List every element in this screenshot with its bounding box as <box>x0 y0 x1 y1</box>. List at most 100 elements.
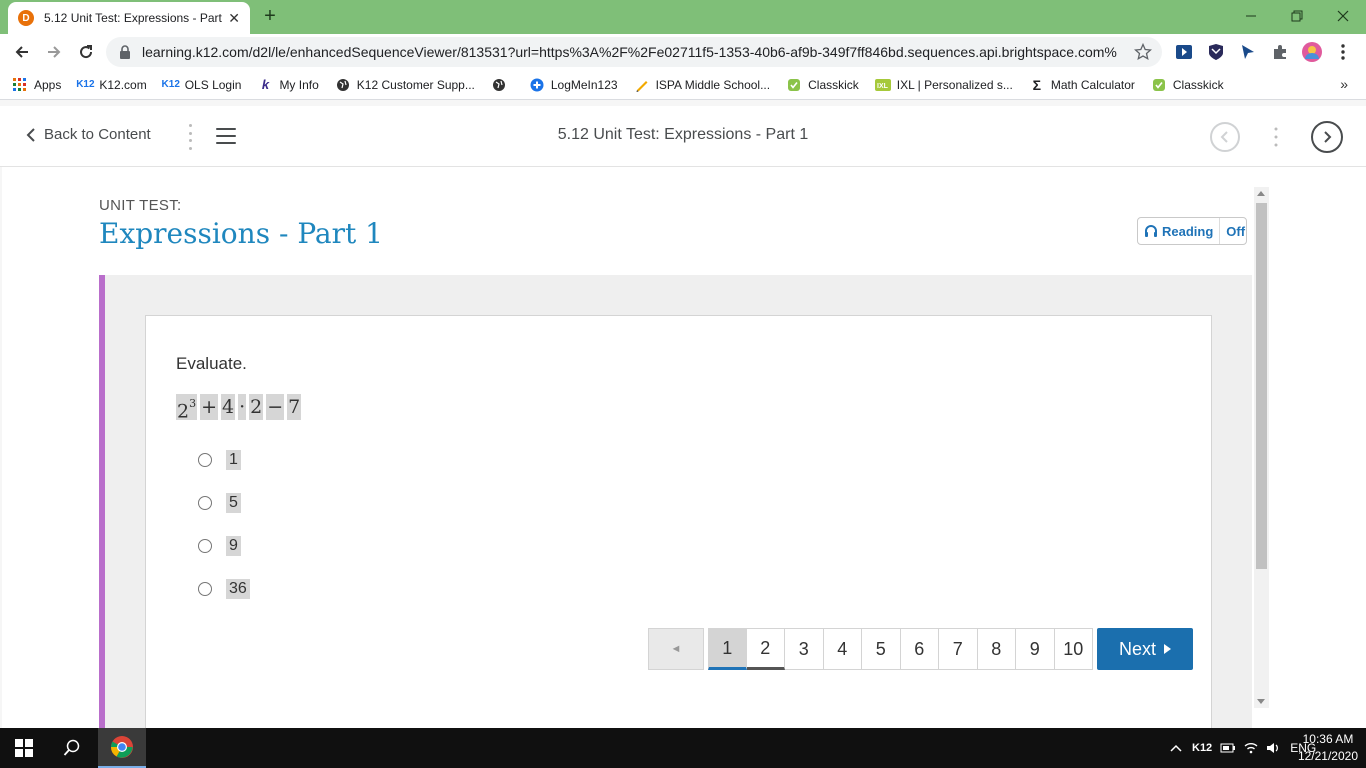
browser-forward-icon[interactable] <box>42 40 66 64</box>
drag-handle-icon <box>186 124 194 150</box>
bookmark-my-info[interactable]: k My Info <box>257 77 319 93</box>
browser-back-icon[interactable] <box>10 40 34 64</box>
bookmark-logmein123[interactable]: LogMeIn123 <box>529 77 618 93</box>
bookmark-label: K12.com <box>99 77 147 92</box>
classkick-icon <box>1151 77 1167 93</box>
bookmark-label: Apps <box>34 77 62 92</box>
clock-time: 10:36 AM <box>1302 732 1354 746</box>
bookmark-ispa-middle-school[interactable]: ISPA Middle School... <box>634 77 770 93</box>
choice-label: 9 <box>226 535 241 556</box>
media-extension-icon[interactable] <box>1174 42 1194 62</box>
bookmark-apps[interactable]: Apps <box>12 77 61 93</box>
bookmark-k12[interactable]: K12 K12.com <box>76 77 147 93</box>
page-button-3[interactable]: 3 <box>785 628 824 670</box>
question-area: Evaluate. 23 + 4 · 2 − 7 1 5 9 36 ◄ 1 2 … <box>99 275 1252 728</box>
puzzle-extensions-icon[interactable] <box>1270 42 1290 62</box>
cursor-extension-icon[interactable] <box>1238 42 1258 62</box>
radio-button[interactable] <box>198 452 212 467</box>
page-button-2[interactable]: 2 <box>746 628 785 670</box>
unit-test-label: UNIT TEST: <box>99 197 182 214</box>
navbar-dots-icon <box>1274 126 1278 153</box>
scrollbar-thumb[interactable] <box>1256 203 1267 569</box>
answer-choice[interactable]: 36 <box>198 567 250 610</box>
scroll-up-arrow-icon[interactable] <box>1257 191 1265 196</box>
sequence-title: 5.12 Unit Test: Expressions - Part 1 <box>557 126 809 143</box>
radio-button[interactable] <box>198 538 212 553</box>
shield-extension-icon[interactable] <box>1206 42 1226 62</box>
wifi-icon[interactable] <box>1244 742 1258 754</box>
battery-icon[interactable] <box>1220 742 1236 754</box>
page-button-7[interactable]: 7 <box>939 628 978 670</box>
answer-choices: 1 5 9 36 <box>198 438 250 610</box>
page-button-4[interactable]: 4 <box>823 628 862 670</box>
answer-choice[interactable]: 1 <box>198 438 250 481</box>
system-tray: K12 ENG <box>1170 728 1316 768</box>
profile-avatar[interactable] <box>1300 40 1324 64</box>
bookmark-globe[interactable] <box>491 77 513 93</box>
bookmark-label: Math Calculator <box>1050 77 1135 92</box>
answer-choice[interactable]: 5 <box>198 481 250 524</box>
reading-label: Reading <box>1162 223 1214 239</box>
page-button-5[interactable]: 5 <box>862 628 901 670</box>
content-scrollbar[interactable] <box>1254 187 1269 708</box>
brightspace-favicon-icon: D <box>18 10 34 26</box>
reload-icon[interactable] <box>74 40 98 64</box>
next-activity-button[interactable] <box>1311 121 1343 153</box>
sequence-navbar: Back to Content 5.12 Unit Test: Expressi… <box>0 106 1366 167</box>
page-button-6[interactable]: 6 <box>900 628 939 670</box>
expression-token: 7 <box>287 394 302 420</box>
windows-start-icon[interactable] <box>0 728 48 768</box>
expression-token: − <box>266 394 285 420</box>
classkick-icon <box>786 77 802 93</box>
bookmarks-overflow-icon[interactable]: » <box>1340 76 1348 92</box>
bookmark-label: Classkick <box>1172 77 1224 92</box>
question-pager: ◄ 1 2 3 4 5 6 7 8 9 10 Next <box>648 628 1193 670</box>
address-bar[interactable]: learning.k12.com/d2l/le/enhancedSequence… <box>106 37 1162 67</box>
close-window-icon[interactable] <box>1320 0 1366 32</box>
bookmark-label: OLS Login <box>184 77 242 92</box>
minimize-icon[interactable] <box>1228 0 1274 32</box>
back-to-content-link[interactable]: Back to Content <box>26 126 151 143</box>
question-card: Evaluate. 23 + 4 · 2 − 7 1 5 9 36 ◄ 1 2 … <box>145 315 1212 728</box>
scroll-down-arrow-icon[interactable] <box>1257 699 1265 704</box>
browser-menu-icon[interactable] <box>1333 42 1353 62</box>
bookmark-ols-login[interactable]: K12 OLS Login <box>162 77 242 93</box>
volume-icon[interactable] <box>1266 742 1280 754</box>
tray-k12-label[interactable]: K12 <box>1192 742 1212 754</box>
previous-activity-button[interactable] <box>1210 122 1240 152</box>
bookmark-ixl[interactable]: IXL IXL | Personalized s... <box>874 77 1013 93</box>
unit-test-title: Expressions - Part 1 <box>99 217 383 250</box>
browser-tab[interactable]: D 5.12 Unit Test: Expressions - Part 1 ✕ <box>8 2 250 34</box>
chevron-left-icon <box>1220 131 1228 143</box>
question-prompt: Evaluate. <box>176 354 247 373</box>
tab-close-icon[interactable]: ✕ <box>228 10 240 27</box>
bookmark-star-icon[interactable] <box>1134 43 1152 61</box>
bookmark-label: K12 Customer Supp... <box>356 77 475 92</box>
page-button-10[interactable]: 10 <box>1054 628 1093 670</box>
expression-token: · <box>238 394 247 420</box>
bookmark-math-calculator[interactable]: Σ Math Calculator <box>1029 77 1135 93</box>
bookmark-classkick-2[interactable]: Classkick <box>1151 77 1224 93</box>
pager-previous-button[interactable]: ◄ <box>648 628 704 670</box>
new-tab-plus-icon[interactable]: + <box>258 6 282 28</box>
answer-choice[interactable]: 9 <box>198 524 250 567</box>
taskbar-clock[interactable]: 10:36 AM 12/21/2020 <box>1298 731 1358 765</box>
tray-chevron-up-icon[interactable] <box>1170 743 1182 753</box>
search-icon[interactable] <box>48 728 96 768</box>
restore-icon[interactable] <box>1274 0 1320 32</box>
k12-script-icon: k <box>261 77 270 92</box>
table-of-contents-menu-icon[interactable] <box>216 128 236 144</box>
radio-button[interactable] <box>198 495 212 510</box>
bookmarks-bar: Apps K12 K12.com K12 OLS Login k My Info… <box>0 70 1366 100</box>
chrome-taskbar-icon[interactable] <box>98 728 146 768</box>
page-button-9[interactable]: 9 <box>1016 628 1055 670</box>
page-button-8[interactable]: 8 <box>977 628 1016 670</box>
choice-label: 5 <box>226 492 241 513</box>
reading-toggle-button[interactable]: Reading Off <box>1137 217 1247 245</box>
radio-button[interactable] <box>198 581 212 596</box>
expression-token: 2 <box>249 394 264 420</box>
bookmark-classkick[interactable]: Classkick <box>786 77 859 93</box>
next-question-button[interactable]: Next <box>1097 628 1193 670</box>
page-button-1[interactable]: 1 <box>708 628 747 670</box>
bookmark-k12-customer-support[interactable]: K12 Customer Supp... <box>335 77 475 93</box>
